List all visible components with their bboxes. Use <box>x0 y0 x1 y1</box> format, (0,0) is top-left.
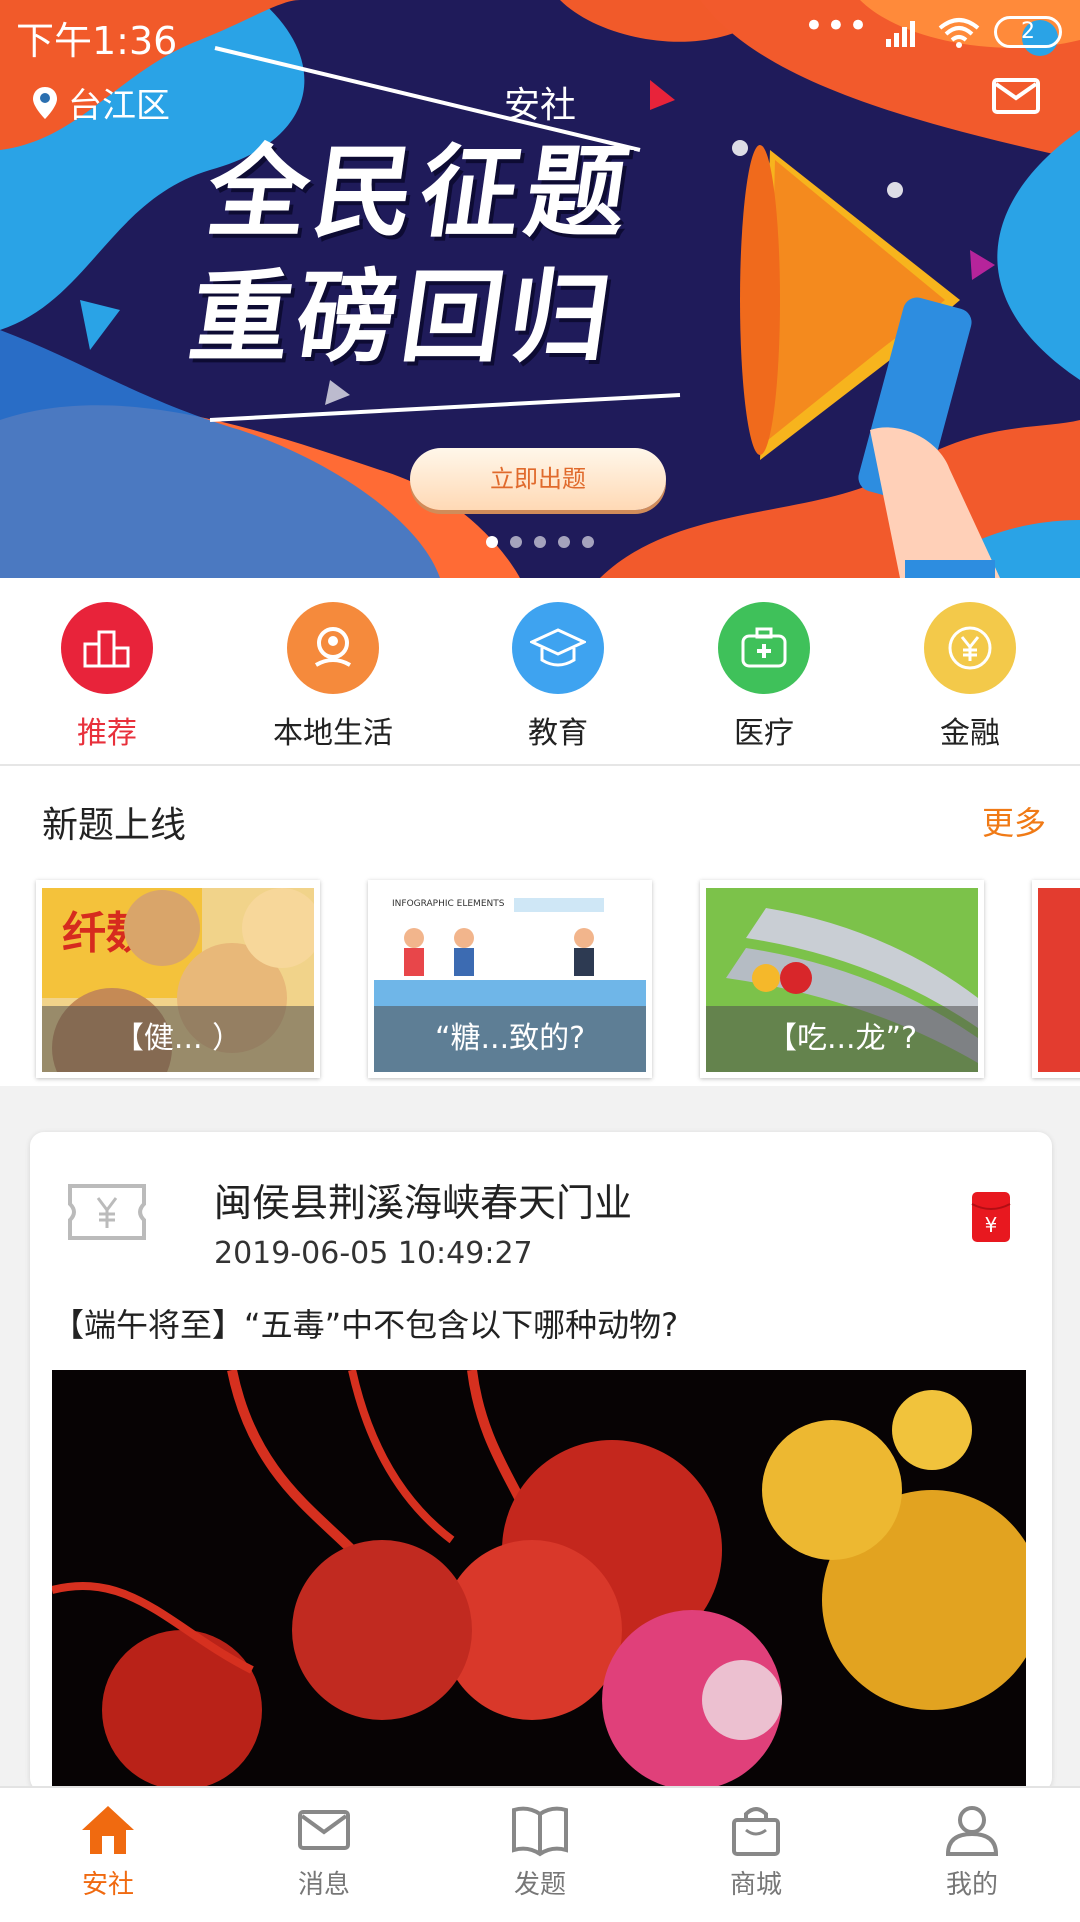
banner-cta-button[interactable]: 立即出题 <box>410 448 666 510</box>
card-caption: 【吃...龙”? <box>706 1006 978 1072</box>
battery-icon: 2 <box>994 16 1062 48</box>
indicator-dot <box>582 536 594 548</box>
shopping-bag-icon <box>732 1807 780 1856</box>
red-packet-icon[interactable]: ¥ <box>970 1190 1012 1244</box>
yuan-coin-icon <box>924 602 1016 694</box>
location-person-icon <box>287 602 379 694</box>
graduation-cap-icon <box>512 602 604 694</box>
banner-headline-line2: 重磅回归 <box>182 259 624 376</box>
indicator-dot <box>486 536 498 548</box>
category-education[interactable]: 教育 <box>478 602 638 752</box>
category-finance[interactable]: 金融 <box>890 602 1050 752</box>
message-icon <box>298 1810 350 1850</box>
category-medical[interactable]: 医疗 <box>684 602 844 752</box>
indicator-dot <box>534 536 546 548</box>
tab-mine[interactable]: 我的 <box>902 1802 1042 1901</box>
category-label: 金融 <box>940 716 1000 751</box>
more-link[interactable]: 更多 <box>982 798 1046 844</box>
question-card[interactable]: 【吃...龙”? <box>700 880 984 1078</box>
home-icon <box>82 1806 134 1854</box>
tab-label: 我的 <box>945 1870 998 1900</box>
podium-icon <box>61 602 153 694</box>
svg-text:¥: ¥ <box>985 1213 998 1237</box>
indicator-dot <box>510 536 522 548</box>
tab-label: 商城 <box>729 1870 782 1900</box>
tab-mall[interactable]: 商城 <box>686 1802 826 1901</box>
top-bar: 台江区 安社 <box>0 70 1080 150</box>
tab-messages[interactable]: 消息 <box>254 1802 394 1901</box>
page-title: 安社 <box>503 85 576 126</box>
bottom-tab-bar: 安社 消息 发题 商城 我的 <box>0 1786 1080 1922</box>
tab-home[interactable]: 安社 <box>38 1802 178 1901</box>
book-icon <box>512 1806 568 1857</box>
publisher-name: 闽侯县荆溪海峡春天门业 <box>214 1181 633 1225</box>
banner-page-indicator <box>486 536 594 548</box>
mail-icon[interactable] <box>992 78 1040 114</box>
medical-kit-icon <box>718 602 810 694</box>
category-recommend[interactable]: 推荐 <box>27 602 187 752</box>
category-label: 医疗 <box>734 716 794 751</box>
post-question: 【端午将至】“五毒”中不包含以下哪种动物? <box>52 1306 679 1344</box>
card-caption: 【健... ） <box>42 1006 314 1072</box>
hero-banner[interactable]: 下午1:36 ••• 2 台江区 安社 全民征题 重磅回归 立即出题 <box>0 0 1080 578</box>
voucher-yuan-icon <box>68 1184 146 1240</box>
section-heading: 新题上线 <box>42 805 187 846</box>
banner-headline: 全民征题 重磅回归 <box>182 130 717 380</box>
post-card[interactable]: 闽侯县荆溪海峡春天门业 2019-06-05 10:49:27 ¥ 【端午将至】… <box>30 1132 1052 1792</box>
card-caption: “糖...致的? <box>374 1006 646 1072</box>
tab-label: 消息 <box>297 1870 350 1900</box>
question-card-partial[interactable] <box>1032 880 1080 1078</box>
post-image <box>52 1370 1026 1792</box>
signal-icon <box>886 21 915 47</box>
status-time: 下午1:36 <box>16 19 178 63</box>
category-label: 教育 <box>528 716 588 751</box>
status-bar: 下午1:36 ••• 2 <box>0 0 1080 64</box>
question-card[interactable]: 纤麸 【健... ） <box>36 880 320 1078</box>
person-icon <box>945 1806 999 1856</box>
status-icons: ••• 2 <box>804 9 1062 50</box>
post-time: 2019-06-05 10:49:27 <box>214 1236 533 1271</box>
tab-label: 发题 <box>513 1870 566 1900</box>
more-dots-icon: ••• <box>803 6 870 46</box>
new-questions-section: 新题上线 更多 纤麸 【健... ） INFOGRAPHIC ELEMENTS <box>0 766 1080 1086</box>
card-image-text: INFOGRAPHIC ELEMENTS <box>392 899 505 909</box>
card-image <box>1038 888 1080 1072</box>
category-label: 本地生活 <box>273 716 393 751</box>
indicator-dot <box>558 536 570 548</box>
wifi-icon <box>938 18 980 48</box>
category-label: 推荐 <box>77 716 137 751</box>
category-bar: 推荐 本地生活 教育 医疗 金融 <box>0 578 1080 766</box>
category-local-life[interactable]: 本地生活 <box>253 602 413 752</box>
tab-label: 安社 <box>81 1870 134 1900</box>
question-card[interactable]: INFOGRAPHIC ELEMENTS “糖...致的? <box>368 880 652 1078</box>
tab-post-question[interactable]: 发题 <box>470 1802 610 1901</box>
